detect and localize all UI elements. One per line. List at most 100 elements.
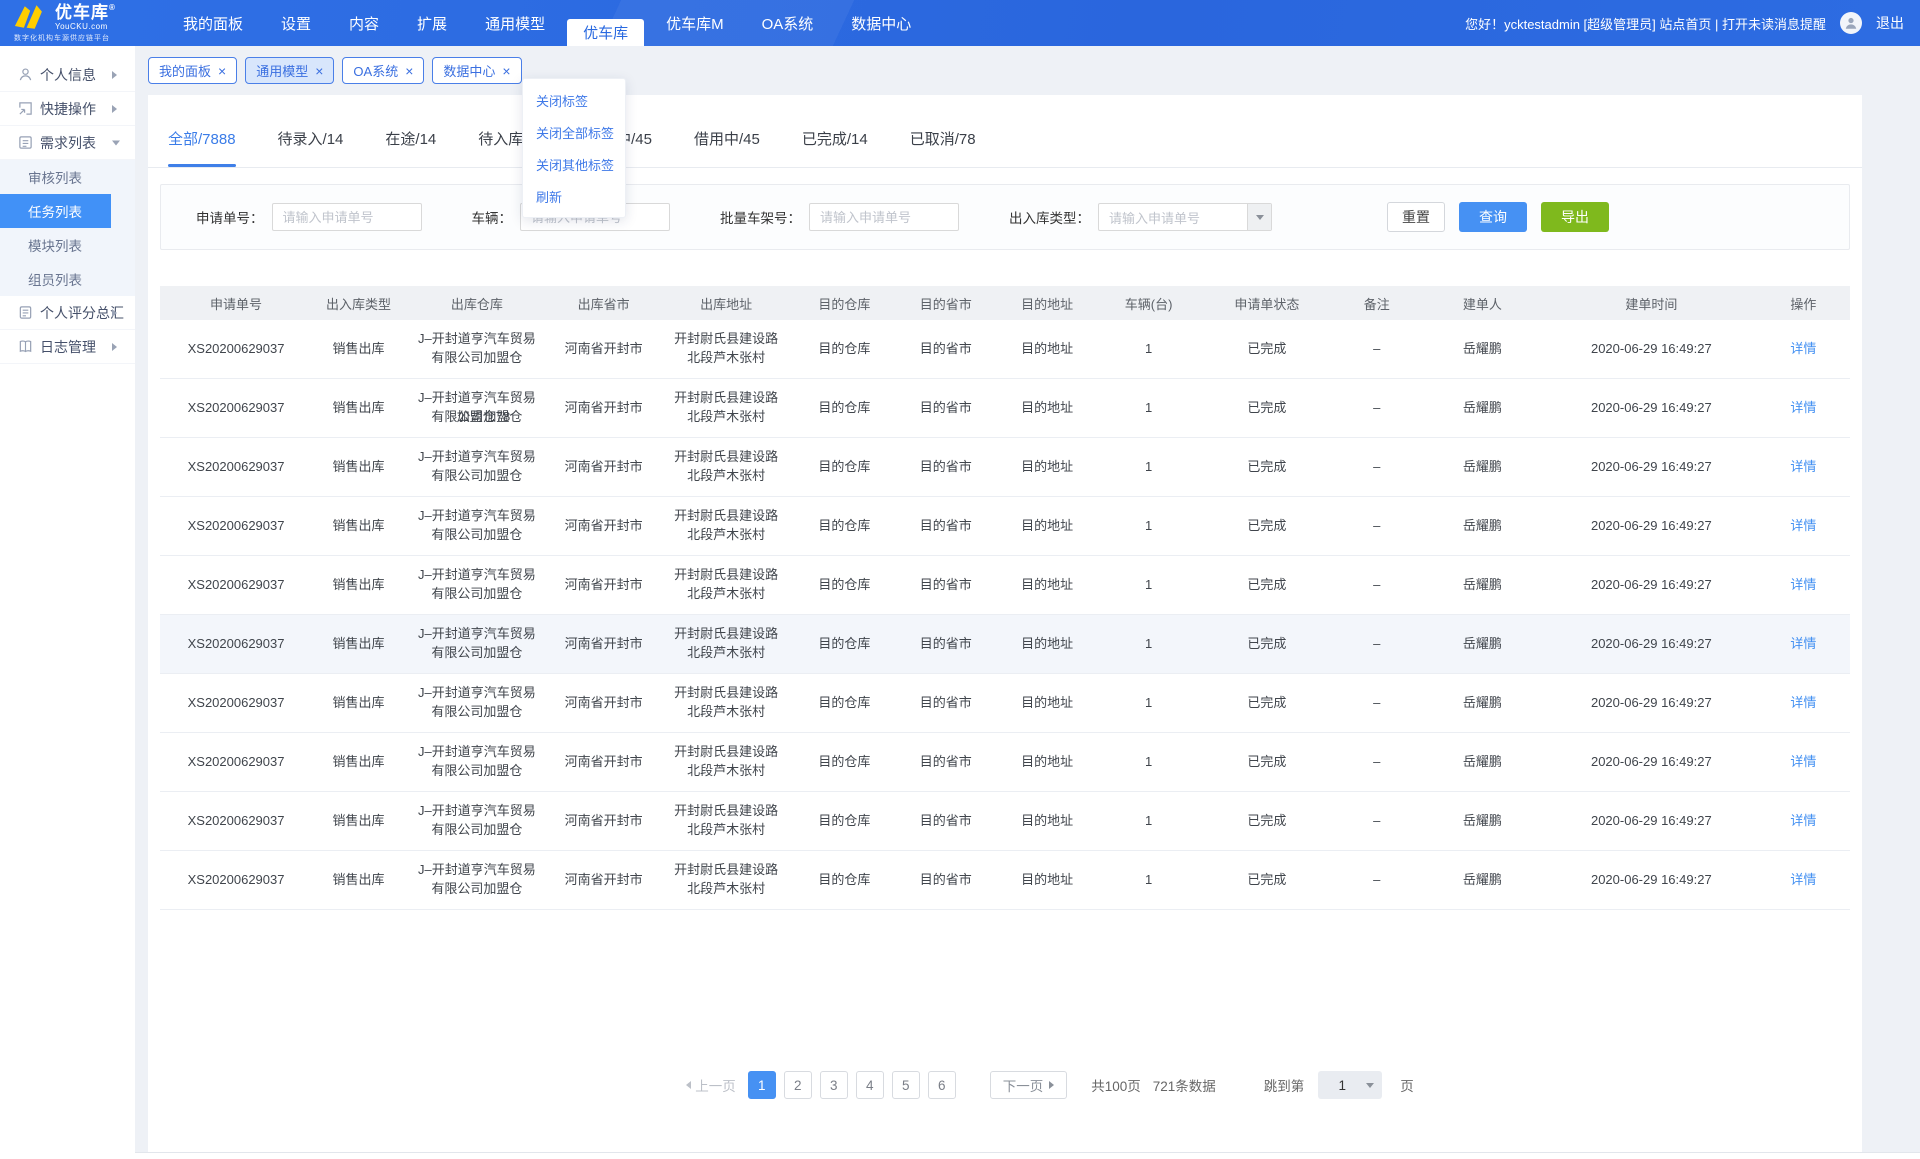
- open-tab-tag[interactable]: OA系统 ×: [342, 57, 424, 84]
- main-menu-item[interactable]: OA系统: [743, 0, 833, 46]
- open-tab-tag[interactable]: 我的面板 ×: [148, 57, 237, 84]
- cell-out-city: 河南省开封市: [549, 497, 659, 555]
- sidebar-submenu-item[interactable]: 组员列表: [0, 262, 135, 296]
- detail-link[interactable]: 详情: [1790, 812, 1816, 831]
- main-menu-item[interactable]: 设置: [262, 0, 330, 46]
- cell-creator: 岳耀鹏: [1419, 379, 1546, 437]
- user-avatar[interactable]: [1840, 12, 1862, 34]
- main-menu: 我的面板 设置 内容 扩展 通用模型 优车库 优车库M OA系统 数据中心: [164, 0, 930, 46]
- open-tabs-bar: 我的面板 × 通用模型 × OA系统 × 数据中心 ×: [148, 57, 522, 84]
- context-menu-item[interactable]: 关闭其他标签: [523, 148, 625, 180]
- search-button[interactable]: 查询: [1459, 202, 1527, 232]
- cell-status: 已完成: [1199, 379, 1334, 437]
- sidebar-submenu-item[interactable]: 审核列表: [0, 160, 135, 194]
- cell-out-warehouse: J–开封道亨汽车贸易有限公司加盟仓: [405, 497, 549, 555]
- main-menu-item[interactable]: 通用模型: [466, 0, 564, 46]
- order-no-input[interactable]: [272, 203, 422, 231]
- select-arrow-button[interactable]: [1247, 204, 1271, 230]
- cell-remark: –: [1334, 379, 1419, 437]
- status-tab[interactable]: 待录入/14: [278, 110, 344, 167]
- cell-action: 详情: [1757, 320, 1850, 378]
- column-header: 车辆(台): [1098, 286, 1199, 320]
- status-tab[interactable]: 全部/7888: [168, 110, 236, 167]
- sidebar-item-demand-list[interactable]: 需求列表: [0, 126, 135, 160]
- page-number-button[interactable]: 5: [892, 1071, 920, 1099]
- page-number-button[interactable]: 1: [748, 1071, 776, 1099]
- open-tab-tag[interactable]: 通用模型 ×: [245, 57, 334, 84]
- cell-dest-warehouse: 目的仓库: [794, 851, 895, 909]
- jump-page-select[interactable]: 1: [1318, 1071, 1382, 1099]
- main-menu-item[interactable]: 内容: [330, 0, 398, 46]
- sidebar-item-quick-actions[interactable]: 快捷操作: [0, 92, 135, 126]
- cell-out-address: 开封尉氏县建设路北段芦木张村: [659, 320, 794, 378]
- cell-dest-city: 目的省市: [895, 497, 996, 555]
- detail-link[interactable]: 详情: [1790, 635, 1816, 654]
- main-menu-item[interactable]: 优车库: [567, 19, 644, 46]
- page-number-button[interactable]: 2: [784, 1071, 812, 1099]
- detail-link[interactable]: 详情: [1790, 399, 1816, 418]
- chevron-right-icon: [112, 105, 117, 113]
- sidebar-submenu-item[interactable]: 模块列表: [0, 228, 135, 262]
- main-menu-item[interactable]: 数据中心: [832, 0, 930, 46]
- brand-tagline: 数字化机构车源供应链平台: [14, 33, 158, 43]
- close-icon[interactable]: ×: [405, 64, 413, 78]
- cell-io-type: 销售出库: [312, 733, 405, 791]
- cell-dest-address: 目的地址: [996, 615, 1097, 673]
- sidebar-item-label: 个人信息: [40, 65, 96, 85]
- cell-order-no: XS20200629037: [160, 438, 312, 496]
- context-menu-item[interactable]: 关闭全部标签: [523, 116, 625, 148]
- user-greeting: 您好！ycktestadmin [超级管理员] 站点首页 | 打开未读消息提醒: [1465, 14, 1826, 33]
- io-type-select[interactable]: 请输入申请单号: [1098, 203, 1272, 231]
- status-tab[interactable]: 已取消/78: [910, 110, 976, 167]
- cell-io-type: 销售出库: [312, 792, 405, 850]
- detail-link[interactable]: 详情: [1790, 753, 1816, 772]
- cell-created-at: 2020-06-29 16:49:27: [1546, 792, 1757, 850]
- detail-link[interactable]: 详情: [1790, 871, 1816, 890]
- detail-link[interactable]: 详情: [1790, 458, 1816, 477]
- cell-out-address: 开封尉氏县建设路北段芦木张村: [659, 438, 794, 496]
- column-header: 出入库类型: [312, 286, 405, 320]
- page-number-button[interactable]: 3: [820, 1071, 848, 1099]
- app-logo: 优车库® YouCKU.com 数字化机构车源供应链平台: [0, 0, 158, 46]
- detail-link[interactable]: 详情: [1790, 340, 1816, 359]
- sidebar-item-log-management[interactable]: 日志管理: [0, 330, 135, 364]
- status-tab[interactable]: 借用中/45: [694, 110, 760, 167]
- chevron-right-icon: [112, 343, 117, 351]
- cell-dest-warehouse: 目的仓库: [794, 379, 895, 437]
- open-tab-tag[interactable]: 数据中心 ×: [432, 57, 521, 84]
- next-page-button[interactable]: 下一页: [990, 1071, 1068, 1099]
- reset-button[interactable]: 重置: [1387, 202, 1445, 232]
- column-header: 申请单号: [160, 286, 312, 320]
- logout-button[interactable]: 退出: [1876, 13, 1904, 33]
- close-icon[interactable]: ×: [315, 64, 323, 78]
- cell-action: 详情: [1757, 497, 1850, 555]
- caret-down-icon: [1366, 1083, 1374, 1088]
- prev-page-button[interactable]: 上一页: [686, 1075, 736, 1095]
- cell-out-address: 开封尉氏县建设路北段芦木张村: [659, 733, 794, 791]
- detail-link[interactable]: 详情: [1790, 517, 1816, 536]
- main-menu-item[interactable]: 优车库M: [647, 0, 743, 46]
- cell-creator: 岳耀鹏: [1419, 674, 1546, 732]
- context-menu-item[interactable]: 刷新: [523, 180, 625, 212]
- cell-status: 已完成: [1199, 733, 1334, 791]
- page-number-button[interactable]: 4: [856, 1071, 884, 1099]
- detail-link[interactable]: 详情: [1790, 694, 1816, 713]
- context-menu-item[interactable]: 关闭标签: [523, 84, 625, 116]
- sidebar-item-personal-info[interactable]: 个人信息: [0, 58, 135, 92]
- detail-link[interactable]: 详情: [1790, 576, 1816, 595]
- vin-batch-input[interactable]: [809, 203, 959, 231]
- sidebar-submenu-item[interactable]: 任务列表: [0, 194, 111, 228]
- cell-out-address: 开封尉氏县建设路北段芦木张村: [659, 615, 794, 673]
- status-tab[interactable]: 在途/14: [385, 110, 436, 167]
- cell-dest-address: 目的地址: [996, 320, 1097, 378]
- column-header: 建单时间: [1546, 286, 1757, 320]
- export-button[interactable]: 导出: [1541, 202, 1609, 232]
- close-icon[interactable]: ×: [218, 64, 226, 78]
- status-tab[interactable]: 已完成/14: [802, 110, 868, 167]
- filter-label-vin-batch: 批量车架号：: [720, 207, 801, 227]
- sidebar-item-score-summary[interactable]: 个人评分总汇: [0, 296, 135, 330]
- main-menu-item[interactable]: 扩展: [398, 0, 466, 46]
- close-icon[interactable]: ×: [502, 64, 510, 78]
- main-menu-item[interactable]: 我的面板: [164, 0, 262, 46]
- page-number-button[interactable]: 6: [928, 1071, 956, 1099]
